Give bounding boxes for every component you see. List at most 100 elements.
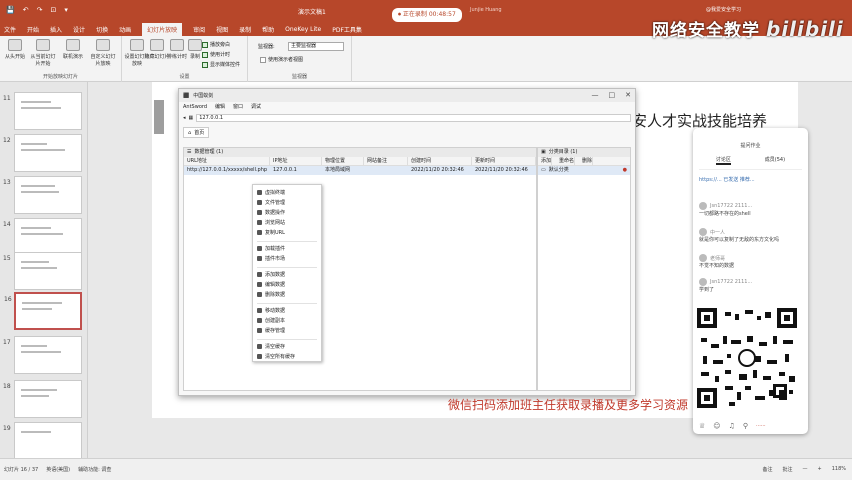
column-header[interactable]: URL地址 <box>184 157 270 165</box>
column-header[interactable]: 物理位置 <box>322 157 364 165</box>
slide-thumbnail[interactable]: 11 <box>3 92 82 130</box>
tab-help[interactable]: 帮助 <box>262 25 274 34</box>
menu-item-copy-url[interactable]: 复制URL <box>257 229 285 236</box>
custom-icon <box>96 39 110 51</box>
menu-item-cache-manager[interactable]: 缓存管理 <box>257 327 285 334</box>
tab-view[interactable]: 视图 <box>216 25 228 34</box>
chat-header[interactable]: 提问作业 <box>693 142 808 149</box>
monitor-select[interactable]: 主要监视器 <box>288 42 344 51</box>
menu-item-edit-data[interactable]: 编辑数据 <box>257 281 285 288</box>
menu-item-clear-all-cache[interactable]: 清空所有缓存 <box>257 353 295 360</box>
location-icon[interactable]: ⚲ <box>743 422 748 430</box>
column-header[interactable]: IP地址 <box>270 157 322 165</box>
from-beginning-button[interactable]: 从头开始 <box>2 36 28 60</box>
comments-button[interactable]: 批注 <box>782 466 792 473</box>
table-row[interactable]: http://127.0.0.1/xxxxx/shell.php 127.0.0… <box>184 166 536 175</box>
tab-design[interactable]: 设计 <box>73 25 85 34</box>
menu-item-browse[interactable]: 浏览网站 <box>257 219 285 226</box>
slide-thumbnail[interactable]: 13 <box>3 176 82 214</box>
chat-link[interactable]: https://... 已发送 推荐... <box>699 176 803 183</box>
slide-thumbnail[interactable]: 14 <box>3 218 82 256</box>
redo-icon[interactable]: ↷ <box>37 6 43 14</box>
zoom-in-button[interactable]: + <box>818 466 822 473</box>
menu-item-move-data[interactable]: 移动数据 <box>257 307 285 314</box>
rename-category-button[interactable]: 重命名 <box>556 157 576 165</box>
tab-members[interactable]: 成员(54) <box>765 156 785 165</box>
user-name[interactable]: Junjie Huang <box>470 7 502 13</box>
recording-indicator[interactable]: ⏺ 正在录制 00:48:57 <box>392 8 462 22</box>
menu-item-terminal[interactable]: 虚拟终端 <box>257 189 285 196</box>
notes-button[interactable]: 备注 <box>762 466 772 473</box>
slide-thumbnail[interactable]: 17 <box>3 336 82 374</box>
custom-slideshow-button[interactable]: 自定义幻灯片放映 <box>90 36 116 67</box>
column-header[interactable]: 创建时间 <box>408 157 472 165</box>
window-title: 中国蚁剑 <box>193 93 214 99</box>
tab-slideshow[interactable]: 幻灯片放映 <box>142 22 183 36</box>
column-header[interactable]: 网站备注 <box>364 157 408 165</box>
slide-thumbnail-selected[interactable]: 16 <box>4 292 82 330</box>
save-icon[interactable]: 💾 <box>6 6 15 14</box>
menu-item-delete-data[interactable]: 删除数据 <box>257 291 285 298</box>
slide-thumbnail[interactable]: 19 <box>3 422 82 460</box>
present-online-button[interactable]: 联机演示 <box>60 36 86 60</box>
emoji-icon[interactable]: ☺ <box>713 422 720 430</box>
group-label: 设置 <box>179 74 190 80</box>
tab-review[interactable]: 审阅 <box>193 25 205 34</box>
menu-item-add-data[interactable]: 添加数据 <box>257 271 285 278</box>
menu-item-plugin-market[interactable]: 插件市场 <box>257 255 285 262</box>
slideshow-icon[interactable]: ⊡ <box>50 6 56 14</box>
chat-input-hint[interactable]: ...... <box>756 422 766 430</box>
address-input[interactable]: 127.0.0.1 <box>196 114 631 122</box>
tab-transitions[interactable]: 切换 <box>96 25 108 34</box>
menu-item-clear-cache[interactable]: 清空缓存 <box>257 343 285 350</box>
use-timings-checkbox[interactable]: 使用计时 <box>202 51 230 58</box>
menu-antsword[interactable]: AntSword <box>183 104 207 110</box>
menu-item-load-plugin[interactable]: 加载插件 <box>257 245 285 252</box>
customize-dropdown-icon[interactable]: ▾ <box>64 6 68 14</box>
tab-home[interactable]: ⌂ 首页 <box>183 127 210 138</box>
qr-alignment-pattern <box>773 384 787 398</box>
accessibility-indicator[interactable]: 辅助功能: 调查 <box>78 466 111 473</box>
menu-debug[interactable]: 调试 <box>251 103 261 110</box>
promo-banner: 微信扫码添加班主任获取录播及更多学习资源 <box>448 398 689 412</box>
tab-onekey[interactable]: OneKey Lite <box>285 26 321 33</box>
menu-item-duplicate[interactable]: 创建副本 <box>257 317 285 324</box>
watermark: 网络安全教学 bilibili <box>652 16 844 41</box>
slide-thumbnail[interactable]: 12 <box>3 134 82 172</box>
category-item[interactable]: ▭ 默认分类 ● <box>538 166 630 175</box>
menu-edit[interactable]: 编辑 <box>215 103 225 110</box>
grid-icon[interactable]: ▦ <box>189 115 194 121</box>
from-current-button[interactable]: 从当前幻灯片开始 <box>30 36 56 67</box>
play-narrations-checkbox[interactable]: 播放旁白 <box>202 41 230 48</box>
slide-thumbnail[interactable]: 18 <box>3 380 82 418</box>
qr-code <box>695 306 801 412</box>
checkbox-checked-icon <box>202 61 208 68</box>
language-indicator[interactable]: 英语(美国) <box>46 466 70 473</box>
menu-item-file-manager[interactable]: 文件管理 <box>257 199 285 206</box>
tab-home[interactable]: 开始 <box>27 25 39 34</box>
tab-record[interactable]: 录制 <box>239 25 251 34</box>
music-icon[interactable]: ♫ <box>729 422 735 430</box>
presenter-view-checkbox[interactable]: 使用演示者视图 <box>260 56 303 63</box>
address-bar: ◂ ▦ 127.0.0.1 <box>183 113 631 123</box>
back-icon[interactable]: ◂ <box>183 115 186 121</box>
tab-discussion[interactable]: 讨论区 <box>715 156 731 165</box>
undo-icon[interactable]: ↶ <box>23 6 29 14</box>
minimize-icon[interactable]: — <box>592 91 599 99</box>
maximize-icon[interactable]: □ <box>609 91 616 99</box>
menu-item-database[interactable]: 数据操作 <box>257 209 285 216</box>
add-category-button[interactable]: 添加 <box>538 157 553 165</box>
menu-window[interactable]: 窗口 <box>233 103 243 110</box>
zoom-level[interactable]: 118% <box>832 466 846 473</box>
tab-insert[interactable]: 插入 <box>50 25 62 34</box>
zoom-out-button[interactable]: — <box>803 466 808 473</box>
column-header[interactable]: 更新时间 <box>472 157 536 165</box>
close-icon[interactable]: ✕ <box>625 91 631 99</box>
slide-thumbnail[interactable]: 15 <box>3 252 82 290</box>
gift-icon[interactable]: ♕ <box>699 422 705 430</box>
delete-category-button[interactable]: 删除 <box>579 157 594 165</box>
tab-file[interactable]: 文件 <box>4 25 16 34</box>
tab-pdf[interactable]: PDF工具集 <box>332 25 362 34</box>
tab-animations[interactable]: 动画 <box>119 25 131 34</box>
show-media-controls-checkbox[interactable]: 显示媒体控件 <box>202 61 240 68</box>
